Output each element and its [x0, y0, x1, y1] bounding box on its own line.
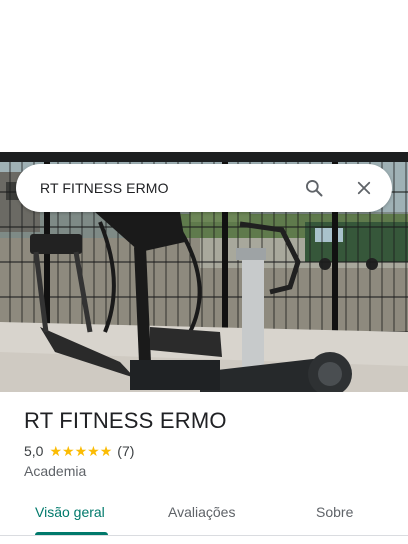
star-rating: ★ ★ ★ ★ ★: [49, 444, 112, 458]
place-info: RT FITNESS ERMO 5,0 ★ ★ ★ ★ ★ (7) Academ…: [24, 408, 394, 479]
star-icon: ★: [49, 443, 63, 459]
search-bar[interactable]: RT FITNESS ERMO: [16, 164, 392, 212]
tab-bar: Visão geral Avaliações Sobre: [0, 492, 408, 536]
map-blank-area: [0, 0, 408, 152]
rating-row[interactable]: 5,0 ★ ★ ★ ★ ★ (7): [24, 443, 394, 459]
star-icon: ★: [62, 443, 75, 459]
place-title: RT FITNESS ERMO: [24, 408, 227, 433]
tab-divider: [0, 535, 408, 536]
search-icon[interactable]: [294, 168, 334, 208]
star-icon: ★: [99, 443, 113, 459]
rating-value: 5,0: [24, 443, 44, 459]
tab-overview[interactable]: Visão geral: [35, 504, 105, 520]
tab-about[interactable]: Sobre: [316, 504, 353, 520]
close-icon[interactable]: [344, 168, 384, 208]
review-count[interactable]: (7): [117, 443, 134, 459]
place-category[interactable]: Academia: [24, 463, 394, 479]
star-icon: ★: [87, 443, 100, 459]
search-input[interactable]: RT FITNESS ERMO: [40, 180, 294, 196]
tab-reviews[interactable]: Avaliações: [168, 504, 235, 520]
star-icon: ★: [74, 443, 88, 459]
